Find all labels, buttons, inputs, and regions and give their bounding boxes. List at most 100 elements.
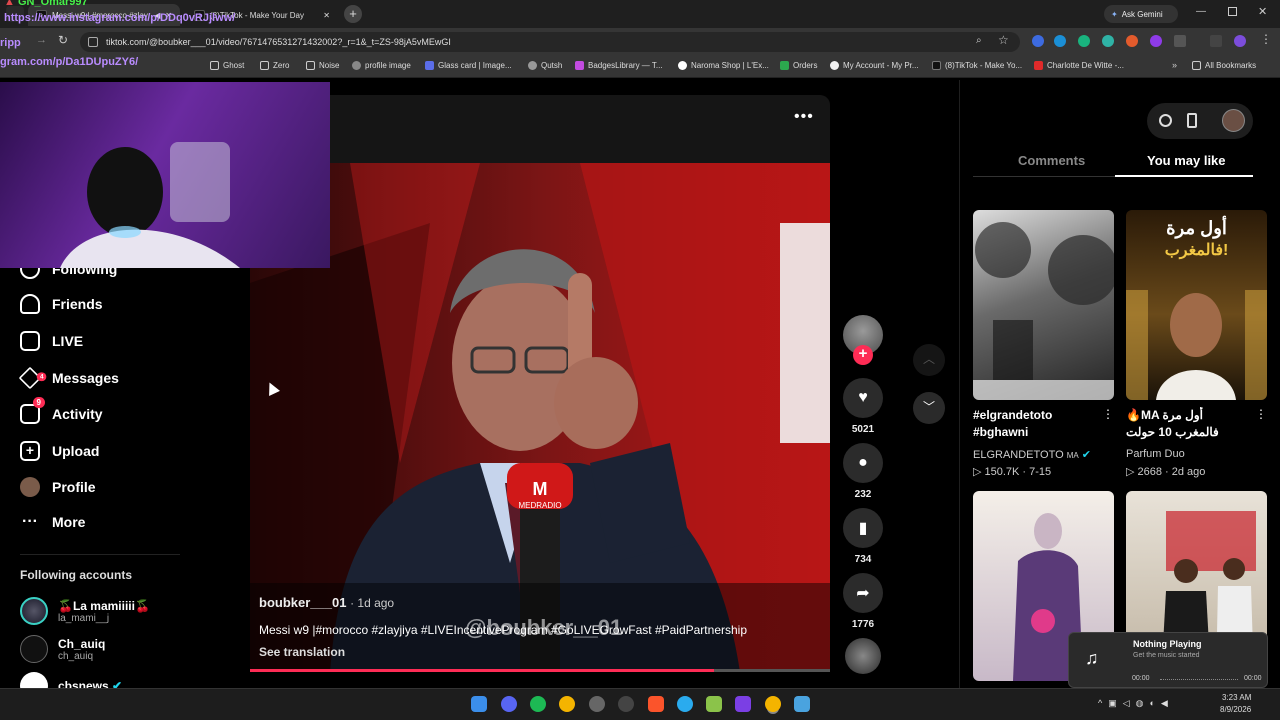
like-button[interactable]: ♥ bbox=[843, 378, 883, 418]
nav-upload[interactable]: + Upload bbox=[20, 441, 99, 461]
media-end-time: 00:00 bbox=[1244, 675, 1262, 682]
telegram-icon[interactable] bbox=[677, 696, 693, 712]
account-item[interactable]: 🍒La mamiiiii🍒 la_mami__j bbox=[20, 597, 150, 625]
video-progress-bar[interactable] bbox=[250, 669, 830, 672]
address-bar[interactable]: tiktok.com/@boubker___01/video/767147653… bbox=[80, 32, 1020, 52]
card-user-tag: MA bbox=[1066, 451, 1079, 460]
extension-icon[interactable] bbox=[1102, 35, 1114, 47]
tab-comments[interactable]: Comments bbox=[1018, 153, 1085, 168]
chrome-icon[interactable] bbox=[559, 696, 575, 712]
bookmark[interactable]: Zero bbox=[260, 61, 289, 70]
bookmark-star-icon[interactable]: ☆ bbox=[998, 33, 1009, 47]
forward-icon[interactable]: → bbox=[36, 34, 47, 46]
follow-plus-button[interactable]: + bbox=[853, 345, 873, 365]
extension-icon[interactable] bbox=[1150, 35, 1162, 47]
all-bookmarks[interactable]: All Bookmarks bbox=[1192, 61, 1256, 70]
bookmark-icon: ▮ bbox=[858, 520, 868, 537]
video-more-icon[interactable]: ••• bbox=[794, 108, 814, 126]
video-caption: Messi w9 |#morocco #zlayjiya #LIVEIncent… bbox=[259, 623, 747, 637]
spotify-icon[interactable] bbox=[530, 696, 546, 712]
app-icon[interactable] bbox=[794, 696, 810, 712]
discord-icon[interactable] bbox=[501, 696, 517, 712]
music-disc-avatar[interactable] bbox=[845, 638, 881, 674]
extension-icon[interactable] bbox=[1032, 35, 1044, 47]
account-username: la_mami__j bbox=[58, 612, 110, 624]
see-translation-link[interactable]: See translation bbox=[259, 645, 345, 659]
brave-icon[interactable] bbox=[648, 696, 664, 712]
share-button[interactable]: ➦ bbox=[843, 573, 883, 613]
save-button[interactable]: ▮ bbox=[843, 508, 883, 548]
minimize-button[interactable]: — bbox=[1196, 6, 1206, 17]
bookmark[interactable]: BadgesLibrary — T... bbox=[575, 61, 663, 70]
active-tab-indicator bbox=[1115, 175, 1253, 177]
profile-avatar-icon[interactable] bbox=[1234, 35, 1246, 47]
bookmark[interactable]: Glass card | Image... bbox=[425, 61, 512, 70]
card-title[interactable]: #elgrandetoto #bghawni bbox=[973, 407, 1097, 441]
card-user[interactable]: ELGRANDETOTO MA ✔ bbox=[973, 448, 1091, 461]
video-card[interactable]: أول مرة فالمغرب! bbox=[1126, 210, 1267, 400]
bookmark[interactable]: Noise bbox=[306, 61, 339, 70]
bookmark[interactable]: Ghost bbox=[210, 61, 244, 70]
chevron-right-icon[interactable]: » bbox=[1172, 60, 1177, 70]
nav-more[interactable]: ··· More bbox=[20, 514, 85, 531]
close-icon[interactable]: ✕ bbox=[323, 11, 330, 20]
video-player[interactable]: M MEDRADIO @boubker__01 boubker___01 · 1… bbox=[250, 163, 830, 672]
bookmark[interactable]: My Account - My Pr... bbox=[830, 61, 919, 70]
card-user[interactable]: Parfum Duo bbox=[1126, 448, 1185, 460]
activity-badge: 9 bbox=[32, 397, 45, 408]
save-count: 734 bbox=[854, 554, 872, 565]
bookmark[interactable]: Orders bbox=[780, 61, 817, 70]
reload-icon[interactable]: ↻ bbox=[58, 33, 68, 47]
tiktok-circle-icon[interactable] bbox=[1159, 114, 1172, 127]
start-icon[interactable] bbox=[471, 696, 487, 712]
clock-date[interactable]: 8/9/2026 bbox=[1220, 705, 1251, 714]
video-progress-fill bbox=[250, 669, 714, 672]
bookmark-label: Noise bbox=[319, 61, 340, 70]
nav-live[interactable]: LIVE bbox=[20, 331, 83, 351]
card-more-icon[interactable]: ⋮ bbox=[1255, 407, 1267, 421]
nav-friends[interactable]: Friends bbox=[20, 294, 103, 314]
video-card[interactable] bbox=[973, 210, 1114, 400]
menu-dots-icon[interactable]: ⋮ bbox=[1260, 32, 1272, 46]
extension-icon[interactable] bbox=[1126, 35, 1138, 47]
bookmark[interactable]: Charlotte De Witte -... bbox=[1034, 61, 1124, 70]
extension-icon[interactable] bbox=[1078, 35, 1090, 47]
zoom-icon[interactable]: ⌕ bbox=[976, 35, 982, 46]
bookmark[interactable]: (8)TikTok - Make Yo... bbox=[932, 61, 1022, 70]
screen: ♪ Messi w9 | #morocco #zlay ◀ ✕ ♪ (8)Tik… bbox=[0, 0, 1280, 720]
nav-label: Friends bbox=[52, 296, 103, 312]
nav-activity[interactable]: 9 Activity bbox=[20, 397, 103, 424]
app-icon[interactable] bbox=[735, 696, 751, 712]
ask-gemini-button[interactable]: ✦ Ask Gemini bbox=[1104, 5, 1178, 23]
comment-button[interactable]: ● bbox=[843, 443, 883, 483]
tab-you-may-like[interactable]: You may like bbox=[1147, 153, 1226, 168]
obs-icon[interactable] bbox=[589, 696, 605, 712]
media-seek-bar[interactable] bbox=[1160, 679, 1238, 680]
maximize-button[interactable] bbox=[1228, 7, 1237, 16]
bookmark[interactable]: Qutsh bbox=[528, 61, 562, 70]
new-tab-button[interactable]: + bbox=[344, 5, 362, 23]
account-item[interactable]: Ch_auiq ch_auiq bbox=[20, 635, 105, 663]
app-icon[interactable] bbox=[706, 696, 722, 712]
window-close-button[interactable]: ✕ bbox=[1258, 5, 1267, 18]
phone-icon[interactable] bbox=[1187, 113, 1197, 128]
tray-icons[interactable]: ^▣◁◍◐◀ bbox=[1098, 698, 1174, 709]
card-title[interactable]: 🔥MA أول مرة فالمغرب 10 حولت ديكوانتات ML… bbox=[1126, 407, 1242, 441]
site-info-icon[interactable] bbox=[88, 37, 98, 47]
video-author[interactable]: boubker___01 bbox=[259, 595, 346, 610]
extension-icon[interactable] bbox=[1054, 35, 1066, 47]
card-more-icon[interactable]: ⋮ bbox=[1102, 407, 1114, 421]
extensions-puzzle-icon[interactable] bbox=[1174, 35, 1186, 47]
upload-icon: + bbox=[20, 441, 40, 461]
nav-profile[interactable]: Profile bbox=[20, 477, 96, 497]
user-avatar[interactable] bbox=[1222, 109, 1245, 132]
bookmark[interactable]: Naroma Shop | L'Ex... bbox=[678, 61, 769, 70]
nav-messages[interactable]: 4 Messages bbox=[18, 366, 119, 390]
next-video-button[interactable]: ﹀ bbox=[913, 392, 945, 424]
chrome-active-icon[interactable] bbox=[765, 696, 781, 712]
previous-video-button[interactable]: ︿ bbox=[913, 344, 945, 376]
reading-list-icon[interactable] bbox=[1210, 35, 1222, 47]
bookmark[interactable]: profile image bbox=[352, 61, 411, 70]
app-icon[interactable] bbox=[618, 696, 634, 712]
clock-time[interactable]: 3:23 AM bbox=[1222, 693, 1251, 702]
